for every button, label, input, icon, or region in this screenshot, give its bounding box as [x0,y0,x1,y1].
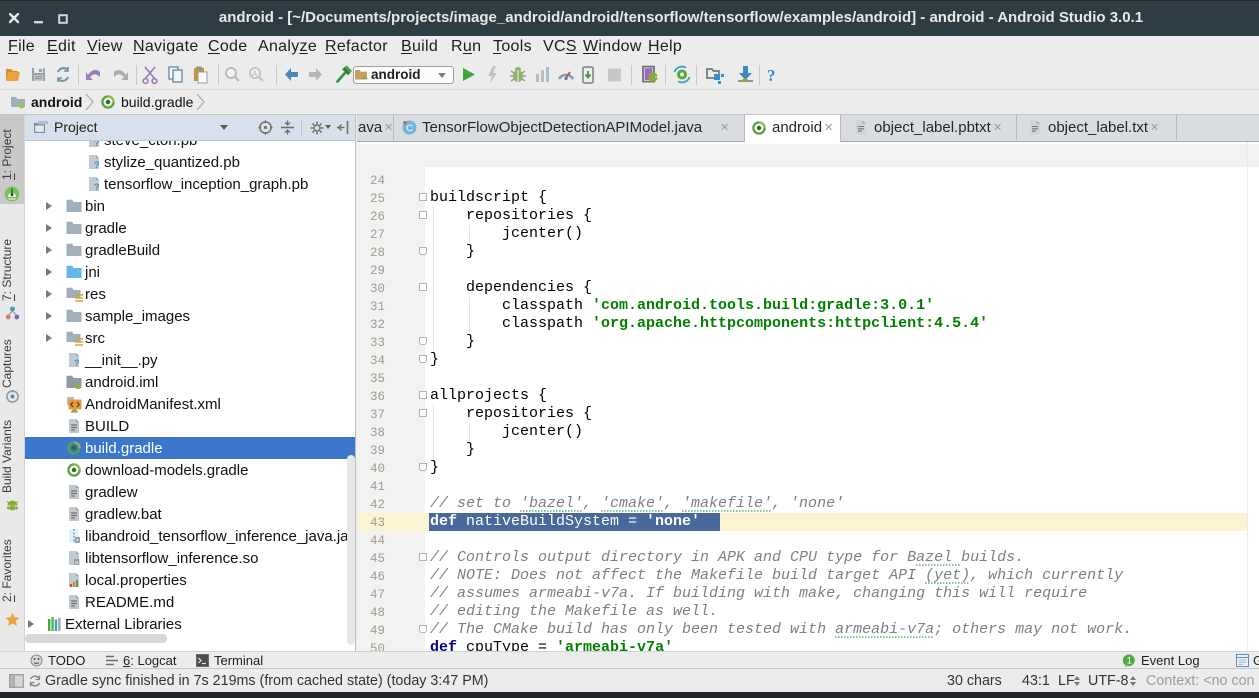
svg-text:?: ? [767,66,776,85]
svg-text:?: ? [94,182,100,192]
svg-text:?: ? [74,358,80,368]
svg-text:C: C [406,123,413,134]
svg-text:?: ? [94,160,100,170]
svg-text:A: A [252,70,258,79]
svg-text:android: android [371,67,421,82]
svg-text:1: 1 [1127,656,1132,666]
